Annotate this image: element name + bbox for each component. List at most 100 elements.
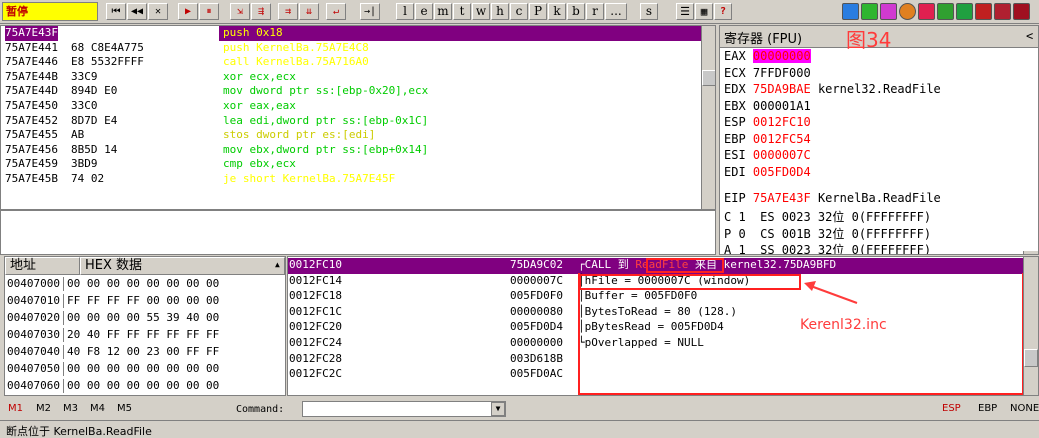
disasm-row[interactable]: 75A7E452 8D7D E4 lea edi,dword ptr ss:[ebp… <box>1 114 701 129</box>
stack-value[interactable]: 005FD0AC <box>510 367 563 382</box>
dump-hex-bytes[interactable]: FF FF FF FF 00 00 00 00 <box>67 294 219 307</box>
register-ecx[interactable]: ECX 7FFDF000 <box>724 66 818 81</box>
scroll-thumb[interactable] <box>702 70 715 86</box>
help-button[interactable]: ? <box>714 3 732 20</box>
register-edi[interactable]: EDI 005FD0D4 <box>724 165 818 180</box>
memory-tab-m3[interactable]: M3 <box>63 403 78 414</box>
plugin-icon-9[interactable] <box>994 3 1011 20</box>
plugin-icon-2[interactable] <box>861 3 878 20</box>
disasm-row[interactable]: 75A7E446 E8 5532FFFF call KernelBa.75A716A… <box>1 55 701 70</box>
register-eip[interactable]: EIP 75A7E43F KernelBa.ReadFile <box>724 191 941 206</box>
command-input[interactable] <box>302 401 506 417</box>
register-value[interactable]: 75DA9BAE <box>753 82 811 96</box>
memory-tab-m1[interactable]: M1 <box>8 403 23 414</box>
disassembly-scrollbar[interactable] <box>701 26 715 209</box>
pause-button[interactable]: ⏸ <box>199 3 219 20</box>
disasm-row[interactable]: 75A7E44D 894D E0 mov dword ptr ss:[ebp-0x2… <box>1 84 701 99</box>
stack-scroll-thumb[interactable] <box>1024 349 1038 367</box>
collapse-icon[interactable]: < <box>1026 29 1033 43</box>
patches-button[interactable]: P <box>529 3 547 20</box>
none-tab[interactable]: NONE <box>1010 403 1039 414</box>
ebp-tab[interactable]: EBP <box>978 403 997 414</box>
register-esi[interactable]: ESI 0000007C <box>724 148 818 163</box>
register-value[interactable]: 00000000 <box>752 49 811 63</box>
grid-icon[interactable]: ▦ <box>695 3 713 20</box>
references-button[interactable]: r <box>586 3 604 20</box>
rewind-button[interactable]: ◀◀ <box>127 3 147 20</box>
close-button[interactable]: ✕ <box>148 3 168 20</box>
plugin-icon-5[interactable] <box>918 3 935 20</box>
stack-pane[interactable]: 0012FC10 75DA9C02 ┌CALL 到 ReadFile 来自 kern… <box>287 256 1039 396</box>
register-value[interactable]: 75A7E43F <box>753 191 811 205</box>
execute-till-return-button[interactable]: ↵ <box>326 3 346 20</box>
dump-scroll-up-icon[interactable]: ▲ <box>275 260 280 269</box>
segment-row[interactable]: C 1 ES 0023 32位 0(FFFFFFFF) <box>724 210 931 225</box>
modules-button[interactable]: e <box>415 3 433 20</box>
register-value[interactable]: 0012FC54 <box>753 132 811 146</box>
esp-tab[interactable]: ESP <box>942 403 961 414</box>
list-icon[interactable]: ☰ <box>676 3 694 20</box>
registers-scrollbar[interactable] <box>1023 251 1038 254</box>
log-window-button[interactable]: l <box>396 3 414 20</box>
register-ebx[interactable]: EBX 000001A1 <box>724 99 818 114</box>
stack-value[interactable]: 005FD0D4 <box>510 320 563 335</box>
stack-value[interactable]: 005FD0F0 <box>510 289 563 304</box>
segment-row[interactable]: A 1 SS 0023 32位 0(FFFFFFFF) <box>724 243 931 254</box>
dump-row[interactable]: 00407050 00 00 00 00 00 00 00 00 <box>7 362 219 377</box>
plugin-icon-4[interactable] <box>899 3 916 20</box>
trace-over-button[interactable]: ⇊ <box>299 3 319 20</box>
call-stack-button[interactable]: k <box>548 3 566 20</box>
dump-row[interactable]: 00407000 00 00 00 00 00 00 00 00 <box>7 277 219 292</box>
cpu-button[interactable]: c <box>510 3 528 20</box>
register-esp[interactable]: ESP 0012FC10 <box>724 115 818 130</box>
memory-tab-m2[interactable]: M2 <box>36 403 51 414</box>
memory-tab-m4[interactable]: M4 <box>90 403 105 414</box>
segment-row[interactable]: P 0 CS 001B 32位 0(FFFFFFFF) <box>724 227 931 242</box>
register-value[interactable]: 005FD0D4 <box>753 165 811 179</box>
run-trace-button[interactable]: ... <box>605 3 627 20</box>
dump-hex-bytes[interactable]: 00 00 00 00 00 00 00 00 <box>67 277 219 290</box>
dump-header-hex[interactable]: HEX 数据 <box>80 257 285 275</box>
stack-scrollbar[interactable] <box>1023 257 1038 395</box>
breakpoints-button[interactable]: b <box>567 3 585 20</box>
trace-into-button[interactable]: ⇉ <box>278 3 298 20</box>
handles-button[interactable]: h <box>491 3 509 20</box>
disasm-row[interactable]: 75A7E456 8B5D 14 mov ebx,dword ptr ss:[ebp… <box>1 143 701 158</box>
step-over-button[interactable]: ⇶ <box>251 3 271 20</box>
stack-value[interactable]: 003D618B <box>510 352 563 367</box>
plugin-icon-7[interactable] <box>956 3 973 20</box>
dump-row[interactable]: 00407030 20 40 FF FF FF FF FF FF <box>7 328 219 343</box>
stack-value[interactable]: 00000000 <box>510 336 563 351</box>
open-button[interactable]: ⏮ <box>106 3 126 20</box>
plugin-icon-1[interactable] <box>842 3 859 20</box>
disasm-row[interactable]: 75A7E44B 33C9 xor ecx,ecx <box>1 70 701 85</box>
disasm-row[interactable]: 75A7E43F 6A 18 push 0x18 <box>1 26 701 41</box>
plugin-icon-8[interactable] <box>975 3 992 20</box>
dump-row[interactable]: 00407040 40 F8 12 00 23 00 FF FF <box>7 345 219 360</box>
stack-value[interactable]: 0000007C <box>510 274 563 289</box>
register-value[interactable]: 0012FC10 <box>753 115 811 129</box>
stack-value[interactable]: 75DA9C02 <box>510 258 563 273</box>
command-dropdown-icon[interactable]: ▼ <box>491 402 505 416</box>
threads-button[interactable]: t <box>453 3 471 20</box>
dump-hex-bytes[interactable]: 40 F8 12 00 23 00 FF FF <box>67 345 219 358</box>
register-value[interactable]: 000001A1 <box>753 99 811 113</box>
dump-hex-bytes[interactable]: 00 00 00 00 55 39 40 00 <box>67 311 219 324</box>
disasm-row[interactable]: 75A7E455 AB stos dword ptr es:[edi] <box>1 128 701 143</box>
memory-button[interactable]: m <box>434 3 452 20</box>
dump-hex-bytes[interactable]: 00 00 00 00 00 00 00 00 <box>67 362 219 375</box>
dump-header-address[interactable]: 地址 <box>5 257 80 275</box>
memory-tab-m5[interactable]: M5 <box>117 403 132 414</box>
run-button[interactable]: ▶ <box>178 3 198 20</box>
register-value[interactable]: 7FFDF000 <box>753 66 811 80</box>
disasm-row[interactable]: 75A7E441 68 C8E4A775 push KernelBa.75A7E4C… <box>1 41 701 56</box>
go-to-button[interactable]: →| <box>360 3 380 20</box>
register-eax[interactable]: EAX 00000000 <box>724 49 818 64</box>
step-into-button[interactable]: ⇲ <box>230 3 250 20</box>
memory-dump-pane[interactable]: 地址 HEX 数据 ▲ 00407000 00 00 00 00 00 00 00… <box>4 256 286 396</box>
dump-row[interactable]: 00407010 FF FF FF FF 00 00 00 00 <box>7 294 219 309</box>
windows-button[interactable]: w <box>472 3 490 20</box>
plugin-icon-10[interactable] <box>1013 3 1030 20</box>
disasm-row[interactable]: 75A7E459 3BD9 cmp ebx,ecx <box>1 157 701 172</box>
plugin-icon-6[interactable] <box>937 3 954 20</box>
